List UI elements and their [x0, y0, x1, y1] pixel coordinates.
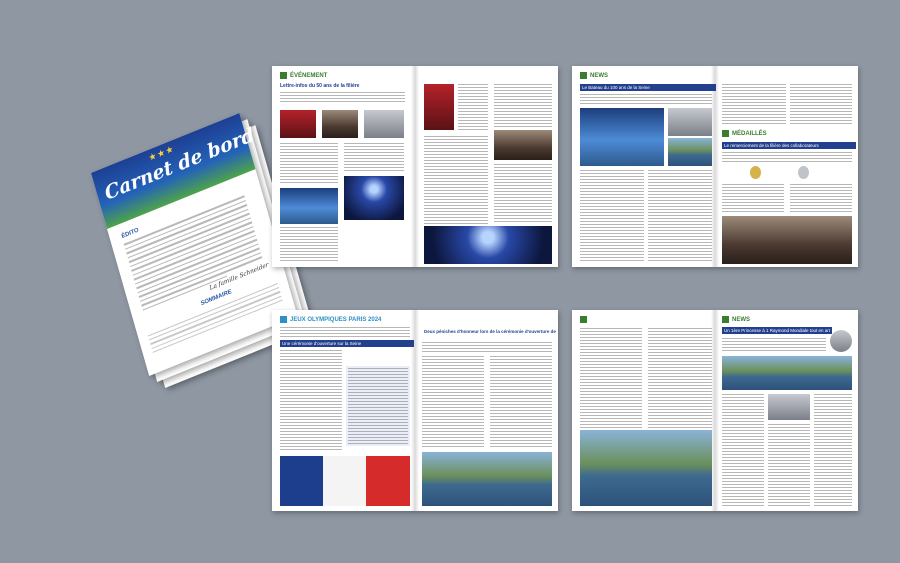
article-headline: Un 1ère Princesse à 1 Raymond Mondiale t…	[722, 327, 832, 334]
text-column	[768, 424, 810, 506]
page-fold	[711, 310, 719, 511]
medal-icon	[722, 130, 729, 137]
photo	[322, 110, 358, 138]
section-title: MÉDAILLÉS	[732, 130, 767, 137]
text-column	[348, 368, 408, 444]
spread-news-2[interactable]: NEWS Un 1ère Princesse à 1 Raymond Mondi…	[572, 310, 858, 511]
magazine-cover-stack: ★★★ Carnet de bord ÉDITO La famille Schn…	[55, 113, 314, 388]
article-intro	[722, 338, 826, 352]
photo-boat	[668, 138, 712, 166]
text-column	[280, 350, 342, 450]
text-column	[280, 143, 338, 185]
photo	[364, 110, 404, 138]
text-column	[458, 84, 488, 130]
section-title: NEWS	[732, 316, 750, 323]
article-intro	[580, 94, 712, 104]
medal-icon	[750, 166, 761, 179]
photo	[668, 108, 712, 136]
text-column	[280, 227, 338, 261]
photo-night-event	[424, 226, 552, 264]
article-headline: Le remerciement de la filière des collab…	[722, 142, 856, 149]
page-fold	[711, 66, 719, 267]
section-label	[580, 316, 587, 323]
text-column	[648, 170, 712, 262]
text-column	[790, 184, 852, 212]
section-label: ÉVÉNEMENT	[280, 72, 327, 79]
article-headline: Le Bateau du 100 ans de la Seine	[580, 84, 716, 91]
photo-group	[494, 130, 552, 160]
text-column	[722, 184, 784, 212]
text-column	[790, 84, 852, 126]
news-icon	[722, 316, 729, 323]
article-headline: Deux péniches d'honneur lors de la cérém…	[422, 328, 556, 335]
photo-train	[280, 188, 338, 224]
photo	[768, 394, 810, 420]
text-column	[422, 356, 484, 448]
text-column	[344, 143, 404, 171]
section-title: JEUX OLYMPIQUES PARIS 2024	[290, 316, 382, 323]
text-column	[424, 136, 488, 226]
article-intro	[280, 92, 405, 104]
text-column	[722, 394, 764, 506]
article-intro	[422, 342, 552, 352]
photo-boat	[422, 452, 552, 506]
text-column	[494, 84, 552, 128]
article-intro	[722, 152, 852, 162]
medal-icon	[580, 316, 587, 323]
section-label-medailles: MÉDAILLÉS	[722, 130, 767, 137]
section-label: JEUX OLYMPIQUES PARIS 2024	[280, 316, 381, 323]
photo-group	[722, 216, 852, 264]
page-fold	[411, 66, 419, 267]
medal-icon	[280, 316, 287, 323]
medal-icon	[798, 166, 809, 179]
photo-mascot	[344, 176, 404, 220]
photo-eiffel	[580, 108, 664, 166]
section-title: ÉVÉNEMENT	[290, 72, 328, 79]
spread-news-1[interactable]: NEWS Le Bateau du 100 ans de la Seine MÉ…	[572, 66, 858, 267]
text-column	[580, 170, 644, 262]
article-intro	[280, 327, 410, 337]
text-column	[814, 394, 852, 506]
section-label: NEWS	[580, 72, 608, 79]
text-column	[490, 356, 552, 448]
text-column	[494, 164, 552, 224]
photo-portrait	[424, 84, 454, 130]
spread-evenement[interactable]: ÉVÉNEMENT Lettre-infos du 50 ans de la f…	[272, 66, 558, 267]
news-icon	[580, 72, 587, 79]
section-title: NEWS	[590, 72, 608, 79]
photo-river-boat	[580, 430, 712, 506]
text-column	[648, 328, 712, 428]
article-headline: Une cérémonie d'ouverture sur la Seine	[280, 340, 414, 347]
photo-flag	[280, 456, 410, 506]
text-column	[580, 328, 642, 428]
article-headline: Lettre-infos du 50 ans de la filière	[280, 83, 360, 89]
text-column	[722, 84, 786, 126]
avatar	[830, 330, 852, 352]
spread-jo-paris-2024[interactable]: JEUX OLYMPIQUES PARIS 2024 Une cérémonie…	[272, 310, 558, 511]
section-label: NEWS	[722, 316, 750, 323]
star-icon	[280, 72, 287, 79]
photo	[280, 110, 316, 138]
photo-boat	[722, 356, 852, 390]
